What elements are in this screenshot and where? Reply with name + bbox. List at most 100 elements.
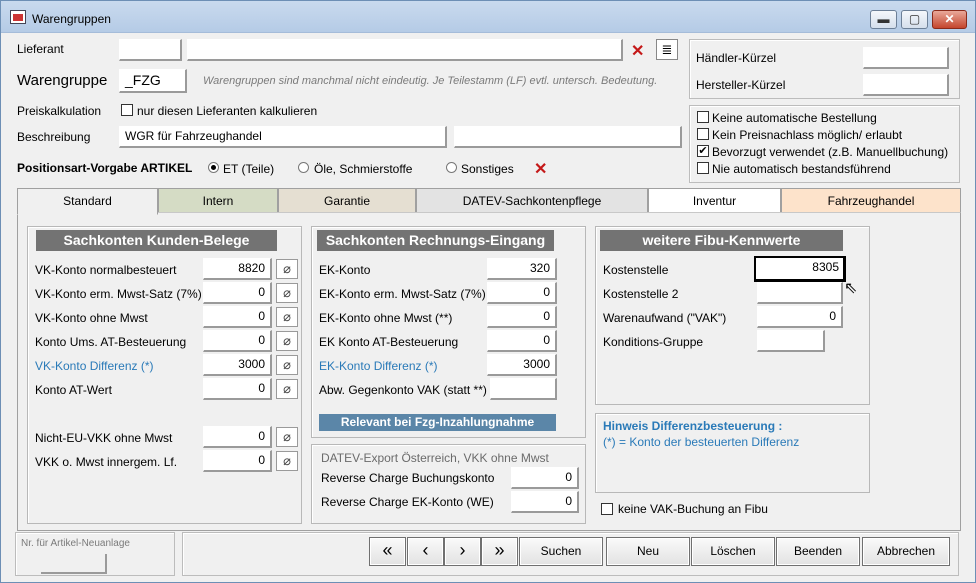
next-record-button[interactable]: › xyxy=(444,537,481,566)
kunden-row-input[interactable]: 0 xyxy=(203,306,272,328)
maximize-button[interactable]: ▢ xyxy=(901,10,928,29)
option-label-0: Keine automatische Bestellung xyxy=(712,111,877,125)
beschreibung-input-2[interactable] xyxy=(454,126,682,148)
rechnung-row-label: EK-Konto ohne Mwst (**) xyxy=(319,311,453,325)
option-checkbox-0[interactable] xyxy=(697,111,709,123)
hersteller-label: Hersteller-Kürzel xyxy=(696,78,786,92)
prev-record-button[interactable]: ‹ xyxy=(407,537,444,566)
tab-standard[interactable]: Standard xyxy=(17,188,158,215)
kunden-row-label: Konto Ums. AT-Besteuerung xyxy=(35,335,187,349)
rechnung-row-input[interactable] xyxy=(490,378,557,400)
datev-title: DATEV-Export Österreich, VKK ohne Mwst xyxy=(321,451,549,465)
paperclip-icon[interactable]: ⌀ xyxy=(276,259,298,279)
rechnung-row-input[interactable]: 0 xyxy=(487,330,557,352)
kunden-row-input[interactable]: 0 xyxy=(203,378,272,400)
preiskalk-checkbox[interactable] xyxy=(121,104,133,116)
kostenstelle-input[interactable]: 8305 xyxy=(754,256,846,282)
option-checkbox-1[interactable] xyxy=(697,128,709,140)
datev-row-label: Reverse Charge Buchungskonto xyxy=(321,471,495,485)
paperclip-icon[interactable]: ⌀ xyxy=(276,451,298,471)
fibu-row-input[interactable] xyxy=(757,330,825,352)
rechnung-row-label: EK-Konto Differenz (*) xyxy=(319,359,438,373)
vak-checkbox[interactable] xyxy=(601,503,613,515)
tab-datev[interactable]: DATEV-Sachkontenpflege xyxy=(416,188,648,214)
radio-sonstiges-label: Sonstiges xyxy=(461,162,514,176)
clear-positionsart-icon[interactable]: ✕ xyxy=(534,159,547,179)
paperclip-icon[interactable]: ⌀ xyxy=(276,355,298,375)
lieferant-name-input[interactable] xyxy=(187,39,623,61)
kunden-row-label: VK-Konto erm. Mwst-Satz (7%) xyxy=(35,287,202,301)
minimize-button[interactable]: ▬ xyxy=(870,10,897,29)
neuanlage-input[interactable] xyxy=(41,554,107,574)
rechnung-row-label: Abw. Gegenkonto VAK (statt **) xyxy=(319,383,487,397)
kunden-row-input[interactable]: 3000 xyxy=(203,354,272,376)
radio-sonstiges[interactable] xyxy=(446,162,457,173)
kunden-row-label: VK-Konto Differenz (*) xyxy=(35,359,154,373)
window-title: Warengruppen xyxy=(32,12,111,26)
rechnung-row-input[interactable]: 0 xyxy=(487,282,557,304)
warengruppe-hint: Warengruppen sind manchmal nicht eindeut… xyxy=(203,75,658,87)
datev-row-input[interactable]: 0 xyxy=(511,467,579,489)
hinweis-title: Hinweis Differenzbesteuerung : xyxy=(603,419,783,433)
fibu-title: weitere Fibu-Kennwerte xyxy=(600,230,843,251)
positionsart-label: Positionsart-Vorgabe ARTIKEL xyxy=(17,161,193,175)
fibu-row-input[interactable]: 0 xyxy=(757,306,843,328)
lieferant-code-input[interactable] xyxy=(119,39,182,61)
beschreibung-input[interactable]: WGR für Fahrzeughandel xyxy=(119,126,447,148)
kunden-row-input[interactable]: 0 xyxy=(203,282,272,304)
beenden-button[interactable]: Beenden xyxy=(776,537,860,566)
list-icon[interactable]: ≣ xyxy=(656,39,678,60)
kunden-row-input[interactable]: 0 xyxy=(203,450,272,472)
beschreibung-label: Beschreibung xyxy=(17,130,91,144)
option-label-1: Kein Preisnachlass möglich/ erlaubt xyxy=(712,128,903,142)
fibu-row-label: Kostenstelle xyxy=(603,263,669,277)
tab-garantie[interactable]: Garantie xyxy=(278,188,416,214)
vak-checkbox-label: keine VAK-Buchung an Fibu xyxy=(618,502,768,516)
fibu-row-label: Warenaufwand ("VAK") xyxy=(603,311,727,325)
radio-et-teile[interactable] xyxy=(208,162,219,173)
option-checkbox-2[interactable]: ✔ xyxy=(697,145,709,157)
suchen-button[interactable]: Suchen xyxy=(519,537,603,566)
last-record-button[interactable]: » xyxy=(481,537,518,566)
paperclip-icon[interactable]: ⌀ xyxy=(276,379,298,399)
radio-oele-label: Öle, Schmierstoffe xyxy=(314,162,413,176)
app-icon xyxy=(10,10,26,24)
warengruppe-input[interactable]: _FZG xyxy=(119,69,187,93)
option-checkbox-3[interactable] xyxy=(697,162,709,174)
warengruppe-label: Warengruppe xyxy=(17,72,108,89)
kunden-row-input[interactable]: 0 xyxy=(203,330,272,352)
neuanlage-label: Nr. für Artikel-Neuanlage xyxy=(21,538,130,549)
fibu-row-input[interactable] xyxy=(757,282,843,304)
loeschen-button[interactable]: Löschen xyxy=(691,537,775,566)
rechnung-row-input[interactable]: 0 xyxy=(487,306,557,328)
paperclip-icon[interactable]: ⌀ xyxy=(276,427,298,447)
abbrechen-button[interactable]: Abbrechen xyxy=(862,537,950,566)
paperclip-icon[interactable]: ⌀ xyxy=(276,331,298,351)
tab-inventur[interactable]: Inventur xyxy=(648,188,781,214)
neu-button[interactable]: Neu xyxy=(606,537,690,566)
kunden-row-input[interactable]: 0 xyxy=(203,426,272,448)
option-label-3: Nie automatisch bestandsführend xyxy=(712,162,891,176)
kunden-row-label: VK-Konto ohne Mwst xyxy=(35,311,148,325)
clear-lieferant-icon[interactable]: ✕ xyxy=(631,41,644,61)
datev-row-input[interactable]: 0 xyxy=(511,491,579,513)
haendler-input[interactable] xyxy=(863,47,949,69)
rechnung-row-label: EK-Konto xyxy=(319,263,371,277)
window: Warengruppen ▬ ▢ ✕ Lieferant ✕ ≣ Warengr… xyxy=(0,0,976,583)
paperclip-icon[interactable]: ⌀ xyxy=(276,283,298,303)
paperclip-icon[interactable]: ⌀ xyxy=(276,307,298,327)
first-record-button[interactable]: « xyxy=(369,537,406,566)
rechnung-row-input[interactable]: 320 xyxy=(487,258,557,280)
radio-oele[interactable] xyxy=(298,162,309,173)
tab-intern[interactable]: Intern xyxy=(158,188,278,214)
option-label-2: Bevorzugt verwendet (z.B. Manuellbuchung… xyxy=(712,145,949,159)
preiskalk-label: Preiskalkulation xyxy=(17,104,102,118)
close-button[interactable]: ✕ xyxy=(932,10,967,29)
rechnung-row-label: EK-Konto erm. Mwst-Satz (7%) xyxy=(319,287,486,301)
hersteller-input[interactable] xyxy=(863,74,949,96)
kunden-title: Sachkonten Kunden-Belege xyxy=(36,230,277,251)
tab-fahrzeughandel[interactable]: Fahrzeughandel xyxy=(781,188,961,214)
rechnung-row-input[interactable]: 3000 xyxy=(487,354,557,376)
fibu-row-label: Konditions-Gruppe xyxy=(603,335,704,349)
kunden-row-input[interactable]: 8820 xyxy=(203,258,272,280)
